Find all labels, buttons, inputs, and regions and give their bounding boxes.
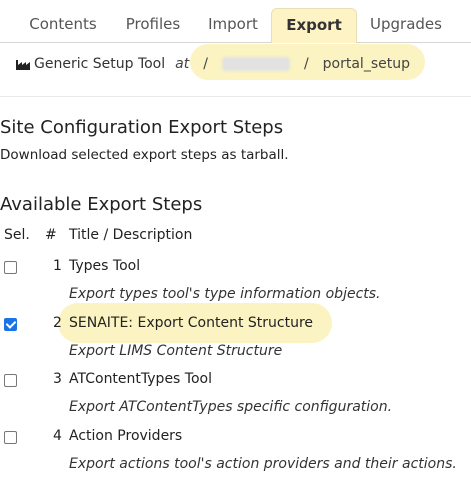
row-description: Export LIMS Content Structure xyxy=(69,343,283,359)
breadcrumb: Generic Setup Tool at / / portal_setup xyxy=(0,44,425,80)
tab-export[interactable]: Export xyxy=(271,8,357,43)
row-checkbox[interactable] xyxy=(4,374,17,387)
table-header: Sel. # Title / Description xyxy=(0,227,471,247)
page-title: Site Configuration Export Steps xyxy=(0,117,284,138)
tab-contents[interactable]: Contents xyxy=(18,8,108,41)
page-description: Download selected export steps as tarbal… xyxy=(0,147,289,163)
breadcrumb-redacted-site[interactable] xyxy=(221,57,290,71)
row-title: ATContentTypes Tool xyxy=(69,371,212,387)
row-title: Action Providers xyxy=(69,428,183,444)
row-number: 2 xyxy=(53,315,62,331)
breadcrumb-tool-link[interactable]: Generic Setup Tool xyxy=(34,56,165,72)
breadcrumb-separator: / xyxy=(203,56,208,72)
row-description: Export types tool's type information obj… xyxy=(69,286,381,302)
row-title: Types Tool xyxy=(69,258,141,274)
tab-bar: Contents Profiles Import Export Upgrades xyxy=(0,0,471,43)
row-number: 3 xyxy=(53,371,62,387)
factory-icon xyxy=(16,60,30,70)
table-row: 2 SENAITE: Export Content Structure Expo… xyxy=(0,303,471,371)
row-number: 1 xyxy=(53,258,62,274)
section-title: Available Export Steps xyxy=(0,194,203,215)
breadcrumb-current[interactable]: portal_setup xyxy=(323,56,410,72)
row-description: Export actions tool's action providers a… xyxy=(69,456,457,472)
row-checkbox[interactable] xyxy=(4,261,17,274)
breadcrumb-separator: / xyxy=(303,56,309,72)
table-row: 3 ATContentTypes Tool Export ATContentTy… xyxy=(0,371,471,427)
row-title: SENAITE: Export Content Structure xyxy=(69,315,314,331)
tab-import[interactable]: Import xyxy=(198,8,268,41)
header-num: # xyxy=(45,227,57,243)
row-number: 4 xyxy=(53,428,62,444)
tab-upgrades[interactable]: Upgrades xyxy=(360,8,452,41)
header-title: Title / Description xyxy=(69,227,193,243)
row-checkbox[interactable] xyxy=(4,318,17,331)
row-checkbox[interactable] xyxy=(4,431,17,444)
divider xyxy=(0,96,471,97)
breadcrumb-at: at xyxy=(175,56,190,72)
table-row: 4 Action Providers Export actions tool's… xyxy=(0,428,471,484)
row-description: Export ATContentTypes specific configura… xyxy=(69,399,393,415)
header-sel: Sel. xyxy=(4,227,30,243)
tab-profiles[interactable]: Profiles xyxy=(115,8,191,41)
